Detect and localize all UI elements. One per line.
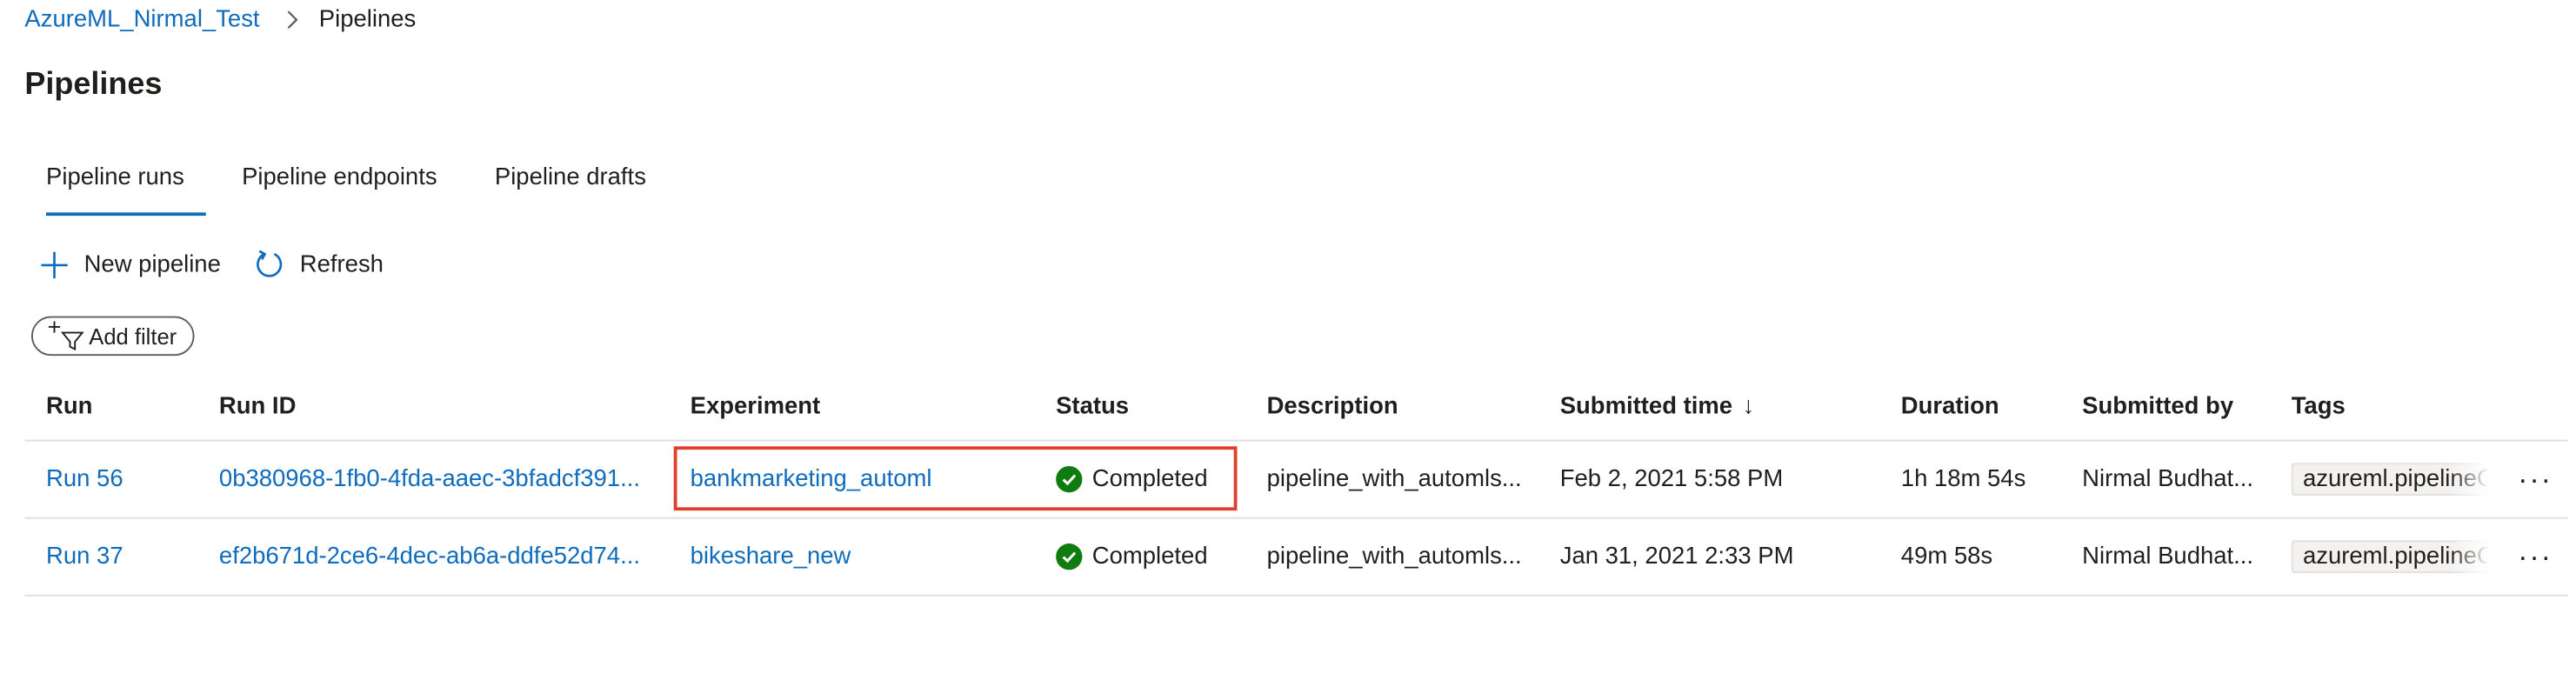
breadcrumb-workspace-link[interactable]: AzureML_Nirmal_Test [24,7,259,33]
duration-cell: 49m 58s [1900,543,1993,570]
column-header-tags[interactable]: Tags [2292,372,2509,440]
table-header-row: Run Run ID Experiment Status Description… [24,372,2568,442]
add-filter-icon [48,321,84,351]
refresh-label: Refresh [299,250,384,278]
chevron-right-icon [284,10,297,30]
experiment-link[interactable]: bankmarketing_automl [691,442,1037,517]
tab-pipeline-endpoints[interactable]: Pipeline endpoints [220,157,458,216]
add-filter-label: Add filter [89,323,177,349]
column-header-description[interactable]: Description [1267,372,1547,440]
submitted-time-cell: Feb 2, 2021 5:58 PM [1559,466,1784,493]
column-header-experiment[interactable]: Experiment [691,372,1037,440]
run-id-link[interactable]: ef2b671d-2ce6-4dec-ab6a-ddfe52d74... [219,519,656,595]
pipeline-runs-table: Run Run ID Experiment Status Description… [24,372,2568,597]
plus-icon [41,250,68,278]
column-header-status[interactable]: Status [1056,372,1253,440]
column-header-submitted-time[interactable]: Submitted time ↓ [1560,372,1890,440]
run-id-link[interactable]: 0b380968-1fb0-4fda-aaec-3bfadcf391... [219,442,656,517]
refresh-button[interactable]: Refresh [254,249,384,280]
column-header-duration[interactable]: Duration [1901,372,2065,440]
column-header-submitted-by[interactable]: Submitted by [2082,372,2277,440]
refresh-icon [257,250,283,277]
more-icon[interactable]: ··· [2511,519,2560,595]
page-title: Pipelines [24,67,163,103]
tag-chip[interactable]: azureml.pipelineC [2291,540,2489,574]
status-text: Completed [1091,543,1208,570]
status-cell: Completed [1056,519,1253,595]
table-row[interactable]: Run 56 0b380968-1fb0-4fda-aaec-3bfadcf39… [24,442,2568,519]
table-row[interactable]: Run 37 ef2b671d-2ce6-4dec-ab6a-ddfe52d74… [24,519,2568,597]
check-circle-icon [1056,466,1083,493]
sort-descending-icon: ↓ [1742,392,1755,420]
description-cell: pipeline_with_automls... [1266,543,1522,570]
add-filter-button[interactable]: Add filter [30,316,195,357]
tags-cell: azureml.pipelineC [2291,442,2509,517]
column-header-run[interactable]: Run [46,372,210,440]
check-circle-icon [1056,543,1083,570]
run-link[interactable]: Run 37 [46,519,210,595]
experiment-link[interactable]: bikeshare_new [691,519,1037,595]
new-pipeline-button[interactable]: New pipeline [39,250,221,279]
tab-pipeline-drafts[interactable]: Pipeline drafts [473,157,667,216]
new-pipeline-label: New pipeline [83,250,221,278]
submitted-time-cell: Jan 31, 2021 2:33 PM [1559,543,1794,570]
more-icon[interactable]: ··· [2511,442,2560,517]
duration-cell: 1h 18m 54s [1900,466,2026,493]
tag-chip[interactable]: azureml.pipelineC [2291,463,2489,497]
breadcrumb: AzureML_Nirmal_Test Pipelines [24,7,416,33]
tab-bar: Pipeline runs Pipeline endpoints Pipelin… [24,157,682,217]
breadcrumb-current: Pipelines [318,6,417,33]
tags-cell: azureml.pipelineC [2291,519,2509,595]
status-text: Completed [1091,466,1208,493]
description-cell: pipeline_with_automls... [1266,466,1522,493]
tab-pipeline-runs[interactable]: Pipeline runs [24,157,206,217]
run-link[interactable]: Run 56 [46,442,210,517]
submitted-by-cell: Nirmal Budhat... [2082,466,2254,493]
toolbar: New pipeline Refresh [39,249,416,280]
submitted-time-header-label: Submitted time [1559,392,1733,420]
column-header-run-id[interactable]: Run ID [219,372,656,440]
status-cell: Completed [1056,442,1253,517]
submitted-by-cell: Nirmal Budhat... [2082,543,2254,570]
